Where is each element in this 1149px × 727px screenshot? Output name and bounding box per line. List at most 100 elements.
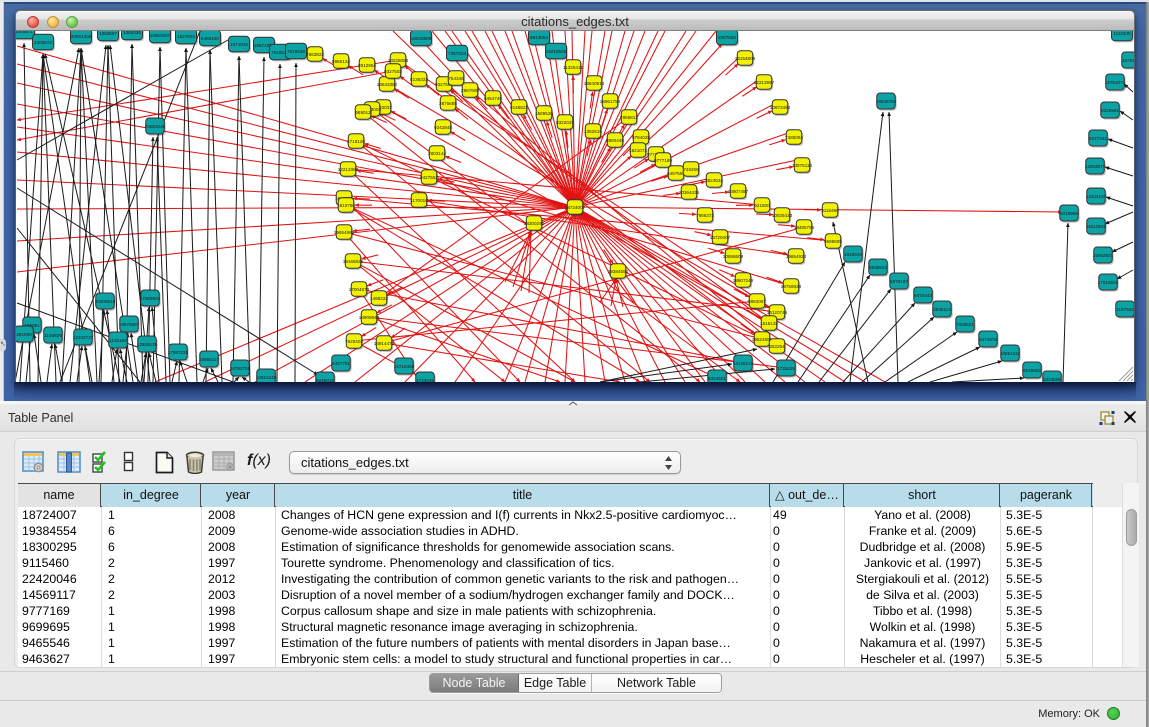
svg-text:1112345: 1112345 <box>1113 31 1131 36</box>
svg-text:16543362: 16543362 <box>377 82 398 87</box>
svg-text:2803144: 2803144 <box>428 151 446 156</box>
svg-text:1065326: 1065326 <box>123 31 141 35</box>
svg-text:9474444: 9474444 <box>914 293 932 298</box>
svg-text:7625402: 7625402 <box>345 339 363 344</box>
svg-text:18724007: 18724007 <box>565 205 586 210</box>
svg-text:16782759: 16782759 <box>230 366 251 371</box>
svg-text:12505135: 12505135 <box>137 342 158 347</box>
svg-text:19166825: 19166825 <box>343 259 364 264</box>
svg-text:16961758: 16961758 <box>600 99 621 104</box>
svg-text:18807249: 18807249 <box>733 278 754 283</box>
svg-text:18300295: 18300295 <box>524 221 545 226</box>
svg-text:8912954: 8912954 <box>358 63 376 68</box>
svg-text:20053346: 20053346 <box>145 124 166 129</box>
svg-text:16033809: 16033809 <box>411 36 432 41</box>
svg-text:12444197: 12444197 <box>1086 194 1107 199</box>
svg-text:16120746: 16120746 <box>767 310 788 315</box>
svg-text:10025433: 10025433 <box>772 213 793 218</box>
svg-text:10807487: 10807487 <box>728 189 749 194</box>
svg-text:20364436: 20364436 <box>679 190 700 195</box>
svg-text:3875685: 3875685 <box>439 101 457 106</box>
svg-text:15720407: 15720407 <box>710 235 731 240</box>
svg-text:9146821: 9146821 <box>510 105 528 110</box>
svg-text:1167534: 1167534 <box>1116 307 1134 312</box>
svg-text:1640934: 1640934 <box>844 252 862 257</box>
svg-text:13226058: 13226058 <box>388 58 409 63</box>
svg-text:1405571: 1405571 <box>16 31 33 34</box>
svg-text:11325419: 11325419 <box>563 65 584 70</box>
svg-text:8454749: 8454749 <box>484 96 502 101</box>
svg-text:17359924: 17359924 <box>140 296 161 301</box>
svg-text:2718126: 2718126 <box>347 139 365 144</box>
svg-text:8813054: 8813054 <box>530 35 548 40</box>
svg-text:9427552: 9427552 <box>420 175 438 180</box>
svg-text:18495756: 18495756 <box>794 225 815 230</box>
svg-text:19654923: 19654923 <box>786 254 807 259</box>
svg-text:9227341: 9227341 <box>1089 136 1107 141</box>
svg-text:12213967: 12213967 <box>754 80 775 85</box>
svg-text:7485063: 7485063 <box>785 135 803 140</box>
svg-text:9242848: 9242848 <box>434 125 452 130</box>
svg-text:19218506: 19218506 <box>546 49 567 54</box>
svg-text:12342737: 12342737 <box>73 335 94 340</box>
svg-text:1733426: 1733426 <box>777 366 795 371</box>
svg-text:9324501: 9324501 <box>708 376 726 381</box>
svg-text:14136141: 14136141 <box>733 361 754 366</box>
svg-text:7663822: 7663822 <box>306 52 324 57</box>
svg-text:15751074: 15751074 <box>1105 80 1126 85</box>
svg-text:3824534: 3824534 <box>705 178 723 183</box>
svg-text:17004670: 17004670 <box>349 287 370 292</box>
svg-text:7632621: 7632621 <box>956 322 974 327</box>
svg-text:10654112: 10654112 <box>1000 351 1021 356</box>
svg-text:1170016: 1170016 <box>410 198 428 203</box>
svg-text:1575107: 1575107 <box>1122 58 1134 63</box>
svg-text:14909948: 14909948 <box>359 315 380 320</box>
svg-text:8322037: 8322037 <box>556 120 574 125</box>
svg-text:1821072: 1821072 <box>629 148 647 153</box>
svg-text:20691406: 20691406 <box>71 34 92 39</box>
svg-text:1498222: 1498222 <box>370 296 388 301</box>
svg-text:1615132: 1615132 <box>760 321 778 326</box>
svg-text:10973493: 10973493 <box>770 105 791 110</box>
svg-text:1093557: 1093557 <box>99 31 117 36</box>
svg-text:8136323: 8136323 <box>410 77 428 82</box>
svg-text:8215955: 8215955 <box>1060 211 1078 216</box>
svg-text:621600: 621600 <box>754 203 770 208</box>
svg-text:19756928: 19756928 <box>781 284 802 289</box>
svg-text:9329961: 9329961 <box>1101 108 1119 113</box>
svg-text:13975115: 13975115 <box>792 163 813 168</box>
svg-text:252254: 252254 <box>769 344 785 349</box>
svg-text:746266: 746266 <box>683 167 699 172</box>
svg-text:9699695: 9699695 <box>824 239 842 244</box>
svg-text:6879197: 6879197 <box>890 279 908 284</box>
svg-text:19975867: 19975867 <box>119 322 140 327</box>
svg-text:7515546: 7515546 <box>287 49 305 54</box>
svg-text:7357224: 7357224 <box>448 51 466 56</box>
svg-text:989012: 989012 <box>355 110 371 115</box>
svg-text:754346: 754346 <box>448 76 464 81</box>
svg-text:2935114: 2935114 <box>933 307 951 312</box>
svg-text:19384554: 19384554 <box>608 269 629 274</box>
svg-text:10688609: 10688609 <box>723 254 744 259</box>
svg-text:9324506: 9324506 <box>1043 377 1061 382</box>
svg-text:9457791: 9457791 <box>332 361 350 366</box>
svg-text:2405572: 2405572 <box>34 40 52 45</box>
svg-text:10653267: 10653267 <box>150 33 171 38</box>
svg-text:2087682: 2087682 <box>718 35 736 40</box>
svg-text:9884067: 9884067 <box>748 299 766 304</box>
svg-text:8990448: 8990448 <box>606 138 624 143</box>
svg-text:19654982: 19654982 <box>334 230 355 235</box>
svg-text:15716485: 15716485 <box>394 364 415 369</box>
svg-text:1071915: 1071915 <box>230 42 248 47</box>
svg-text:1810756: 1810756 <box>337 203 355 208</box>
svg-text:7986372: 7986372 <box>696 213 714 218</box>
svg-text:9245652: 9245652 <box>1023 368 1041 373</box>
svg-text:20206516: 20206516 <box>95 299 116 304</box>
svg-text:7955812: 7955812 <box>620 115 638 120</box>
svg-text:15692921: 15692921 <box>1093 253 1114 258</box>
svg-text:2867608: 2867608 <box>461 88 479 93</box>
svg-text:9794028: 9794028 <box>632 135 650 140</box>
svg-text:9245013: 9245013 <box>316 378 334 382</box>
svg-text:1156829: 1156829 <box>44 333 62 338</box>
svg-text:9327503: 9327503 <box>384 69 402 74</box>
